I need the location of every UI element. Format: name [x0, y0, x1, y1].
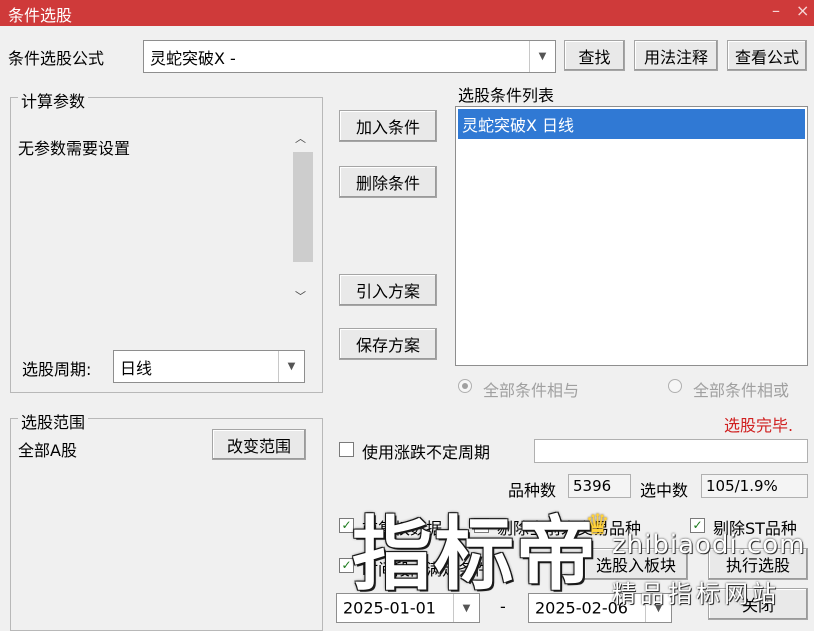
conditions-label: 选股条件列表 [458, 86, 555, 105]
formula-value: 灵蛇突破X - [150, 48, 236, 68]
watermark-domain: zhibiaodi.com [612, 530, 806, 560]
add-condition-button[interactable]: 加入条件 [339, 110, 437, 142]
status-text: 选股完毕. [724, 416, 794, 435]
change-scope-button[interactable]: 改变范围 [212, 429, 306, 460]
variable-period-checkbox[interactable]: ✓ [339, 442, 354, 457]
and-radio[interactable] [458, 379, 472, 393]
period-label: 选股周期: [22, 360, 92, 379]
chevron-down-icon[interactable]: ▼ [529, 41, 555, 72]
chevron-down-icon[interactable]: ▼ [278, 351, 304, 382]
and-label: 全部条件相与 [483, 381, 580, 400]
watermark-title: 指标帝 [352, 508, 598, 601]
scroll-down-icon[interactable]: ﹀ [295, 288, 306, 304]
scrollbar-thumb[interactable] [293, 152, 313, 262]
or-radio[interactable] [668, 379, 682, 393]
date-from-value: 2025-01-01 [343, 598, 436, 618]
minimize-icon[interactable]: – [772, 1, 780, 20]
watermark-tagline: 精品指标网站 [612, 580, 780, 608]
formula-combo[interactable]: 灵蛇突破X - ▼ [143, 40, 556, 73]
params-message: 无参数需要设置 [18, 139, 131, 158]
period-value: 日线 [120, 358, 153, 378]
total-value: 5396 [568, 474, 631, 498]
window-title: 条件选股 [8, 6, 73, 25]
selected-value: 105/1.9% [701, 474, 808, 498]
period-combo[interactable]: 日线 ▼ [113, 350, 305, 383]
params-scrollbar[interactable]: ︿ ﹀ [291, 124, 315, 310]
scope-group-label: 选股范围 [18, 409, 89, 433]
view-formula-button[interactable]: 查看公式 [727, 40, 807, 71]
conditions-list[interactable]: 灵蛇突破X 日线 [455, 106, 808, 366]
total-label: 品种数 [508, 481, 557, 500]
variable-period-label: 使用涨跌不定周期 [362, 443, 491, 462]
close-icon[interactable]: × [796, 1, 809, 20]
or-label: 全部条件相或 [693, 381, 790, 400]
scroll-up-icon[interactable]: ︿ [295, 130, 306, 146]
title-bar: 条件选股 – × [0, 0, 814, 26]
find-button[interactable]: 查找 [564, 40, 625, 71]
list-item[interactable]: 灵蛇突破X 日线 [458, 109, 805, 139]
formula-label: 条件选股公式 [8, 49, 105, 68]
scope-value: 全部A股 [18, 441, 77, 460]
crown-icon: ♛ [585, 508, 611, 541]
import-plan-button[interactable]: 引入方案 [339, 274, 437, 306]
period-input[interactable] [534, 439, 808, 463]
save-plan-button[interactable]: 保存方案 [339, 328, 437, 360]
params-group-label: 计算参数 [18, 88, 89, 112]
selected-label: 选中数 [640, 481, 689, 500]
usage-notes-button[interactable]: 用法注释 [634, 40, 718, 71]
delete-condition-button[interactable]: 删除条件 [339, 166, 437, 198]
